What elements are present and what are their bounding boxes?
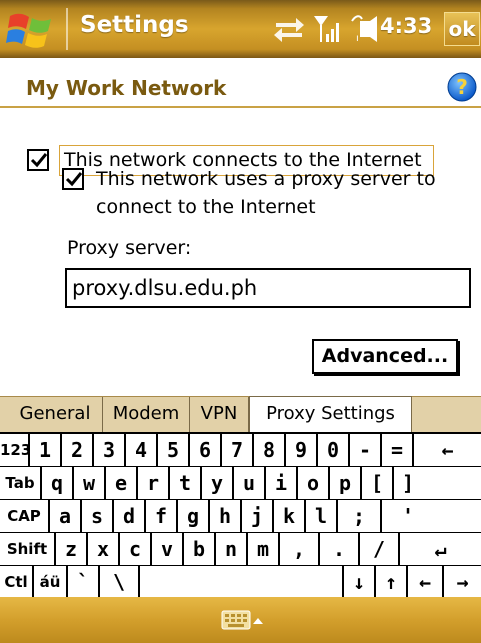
key-p[interactable]: p [330,467,362,500]
key-r[interactable]: r [138,467,170,500]
key-space[interactable] [140,566,344,599]
tab-modem[interactable]: Modem [103,397,190,433]
app-title: Settings [80,12,189,38]
key-enter[interactable]: ↵ [400,533,481,566]
keyboard-row-5: Ctl áü ` \ ↓ ↑ ← → [0,566,481,599]
key-right-bracket[interactable]: ] [394,467,481,500]
proxy-server-label: Proxy server: [67,237,192,259]
connectivity-icon[interactable] [272,15,306,43]
proxy-checkbox-label[interactable]: This network uses a proxy server to conn… [96,165,466,221]
key-m[interactable]: m [248,533,280,566]
key-accents[interactable]: áü [34,566,68,599]
key-y[interactable]: y [202,467,234,500]
svg-text:ı: ı [356,33,359,43]
key-f[interactable]: f [146,500,178,533]
key-comma[interactable]: , [280,533,320,566]
key-0[interactable]: 0 [318,434,350,467]
key-backtick[interactable]: ` [68,566,100,599]
key-s[interactable]: s [82,500,114,533]
page-title: My Work Network [26,76,227,100]
internet-checkbox[interactable] [27,149,49,171]
key-q[interactable]: q [42,467,74,500]
keyboard-row-3: CAP a s d f g h j k l ; ' [0,500,481,533]
keyboard-row-4: Shift z x c v b n m , . / ↵ [0,533,481,566]
key-5[interactable]: 5 [158,434,190,467]
key-a[interactable]: a [50,500,82,533]
key-z[interactable]: z [56,533,88,566]
tab-general[interactable]: General [8,397,103,433]
key-left-bracket[interactable]: [ [362,467,394,500]
key-tab[interactable]: Tab [0,467,42,500]
key-backspace[interactable]: ← [414,434,481,467]
page-header: My Work Network ? [0,58,481,106]
key-4[interactable]: 4 [126,434,158,467]
signal-icon[interactable] [312,12,342,44]
clock[interactable]: 4:33 [380,14,432,38]
help-icon[interactable]: ? [447,72,477,102]
title-bar: Settings ı 4:33 ok [0,0,481,58]
key-9[interactable]: 9 [286,434,318,467]
tab-vpn[interactable]: VPN [190,397,249,433]
key-ctl[interactable]: Ctl [0,566,34,599]
keyboard-icon[interactable] [221,608,263,632]
proxy-checkbox[interactable] [62,168,84,190]
key-123[interactable]: 123 [0,434,30,467]
key-8[interactable]: 8 [254,434,286,467]
volume-icon[interactable]: ı [350,13,378,43]
key-i[interactable]: i [266,467,298,500]
key-shift[interactable]: Shift [0,533,56,566]
key-n[interactable]: n [216,533,248,566]
key-right-arrow[interactable]: → [444,566,481,599]
key-x[interactable]: x [88,533,120,566]
key-g[interactable]: g [178,500,210,533]
key-2[interactable]: 2 [62,434,94,467]
tab-strip: General Modem VPN Proxy Settings [0,396,481,433]
key-1[interactable]: 1 [30,434,62,467]
key-period[interactable]: . [320,533,360,566]
key-d[interactable]: d [114,500,146,533]
key-k[interactable]: k [274,500,306,533]
key-l[interactable]: l [306,500,338,533]
advanced-button[interactable]: Advanced... [312,339,458,374]
key-7[interactable]: 7 [222,434,254,467]
key-caps[interactable]: CAP [0,500,50,533]
key-j[interactable]: j [242,500,274,533]
key-e[interactable]: e [106,467,138,500]
key-slash[interactable]: / [360,533,400,566]
key-b[interactable]: b [184,533,216,566]
key-w[interactable]: w [74,467,106,500]
checkmark-icon [65,172,83,187]
key-o[interactable]: o [298,467,330,500]
key-quote[interactable]: ' [382,500,481,533]
input-menu-arrow-icon[interactable] [253,618,263,624]
header-divider [0,106,481,108]
keyboard-row-2: Tab q w e r t y u i o p [ ] [0,467,481,500]
tab-proxy-settings[interactable]: Proxy Settings [249,396,412,433]
key-semicolon[interactable]: ; [338,500,382,533]
proxy-server-input[interactable] [65,268,471,308]
proxy-label-line1: This network uses a proxy server to [96,168,436,190]
svg-text:?: ? [456,75,468,99]
title-divider [66,8,68,50]
ok-button[interactable]: ok [444,12,480,46]
keyboard-row-1: 123 1 2 3 4 5 6 7 8 9 0 - = ← [0,434,481,467]
windows-start-icon[interactable] [6,8,56,52]
soft-keyboard: 123 1 2 3 4 5 6 7 8 9 0 - = ← Tab q w e … [0,432,481,599]
key-up-arrow[interactable]: ↑ [376,566,408,599]
proxy-label-line2: connect to the Internet [96,196,316,218]
key-u[interactable]: u [234,467,266,500]
key-t[interactable]: t [170,467,202,500]
key-minus[interactable]: - [350,434,382,467]
bottom-menu-bar [0,597,481,643]
key-c[interactable]: c [120,533,152,566]
key-v[interactable]: v [152,533,184,566]
key-left-arrow[interactable]: ← [408,566,444,599]
checkmark-icon [30,153,48,168]
key-equals[interactable]: = [382,434,414,467]
key-6[interactable]: 6 [190,434,222,467]
key-h[interactable]: h [210,500,242,533]
key-down-arrow[interactable]: ↓ [344,566,376,599]
key-3[interactable]: 3 [94,434,126,467]
key-backslash[interactable]: \ [100,566,140,599]
